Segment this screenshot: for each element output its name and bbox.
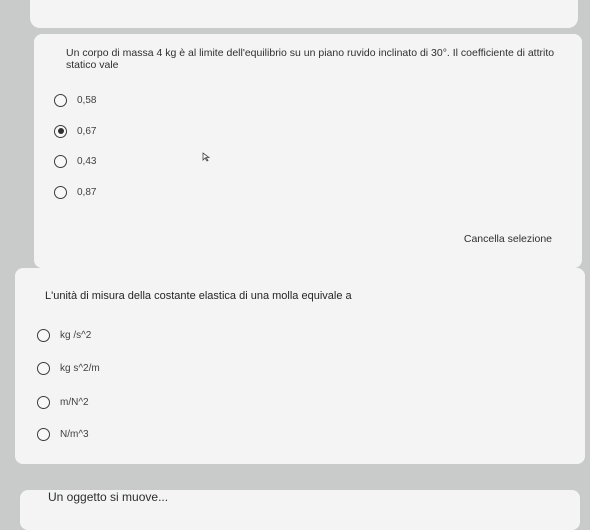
option-2-1[interactable]: kg s^2/m: [37, 360, 100, 376]
option-2-2[interactable]: m/N^2: [37, 394, 89, 410]
question-card-2: L'unità di misura della costante elastic…: [15, 268, 585, 464]
option-label: 0,58: [77, 94, 97, 106]
option-1-2[interactable]: 0,43: [54, 153, 96, 169]
question-card-1: Un corpo di massa 4 kg è al limite dell'…: [34, 34, 582, 268]
option-1-1[interactable]: 0,67: [54, 123, 96, 139]
option-label: kg s^2/m: [60, 362, 100, 374]
radio-button[interactable]: [54, 93, 67, 107]
option-label: 0,87: [77, 186, 97, 198]
radio-button[interactable]: [37, 328, 50, 342]
option-label: kg /s^2: [60, 329, 92, 341]
arrow-cursor-icon: [202, 152, 211, 162]
radio-button[interactable]: [37, 361, 50, 375]
question-2-text: L'unità di misura della costante elastic…: [45, 290, 352, 302]
option-2-3[interactable]: N/m^3: [37, 426, 89, 442]
option-1-3[interactable]: 0,87: [54, 184, 96, 200]
question-1-text: Un corpo di massa 4 kg è al limite dell'…: [66, 47, 555, 71]
question-3-text: Un oggetto si muove...: [48, 490, 169, 504]
option-label: N/m^3: [60, 428, 89, 440]
radio-button[interactable]: [37, 395, 50, 409]
option-label: 0,43: [77, 155, 97, 167]
option-2-0[interactable]: kg /s^2: [37, 327, 91, 343]
radio-button[interactable]: [54, 154, 67, 168]
radio-button[interactable]: [54, 185, 67, 199]
radio-button[interactable]: [37, 427, 50, 441]
clear-selection-link[interactable]: Cancella selezione: [464, 233, 552, 245]
radio-button-selected[interactable]: [54, 124, 67, 138]
previous-question-card: [30, 0, 578, 28]
option-1-0[interactable]: 0,58: [54, 92, 96, 108]
question-card-3: Un oggetto si muove...: [20, 490, 580, 530]
option-label: 0,67: [77, 125, 97, 137]
option-label: m/N^2: [60, 396, 89, 408]
